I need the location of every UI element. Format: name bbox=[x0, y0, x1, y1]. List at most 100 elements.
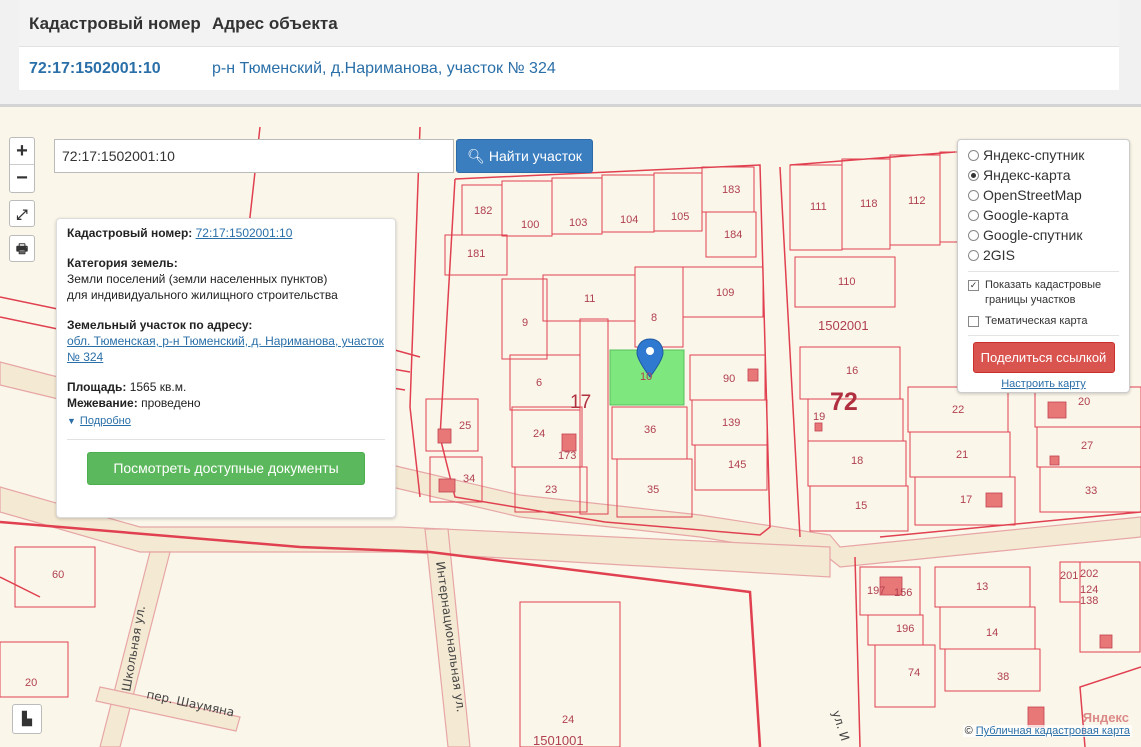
zoom-in-button[interactable]: + bbox=[10, 138, 34, 165]
parcel-number-label: 183 bbox=[722, 184, 740, 196]
basemap-option[interactable]: Яндекс-спутник bbox=[968, 145, 1119, 165]
parcel-number-label: 17 bbox=[960, 494, 972, 506]
zoom-out-button[interactable]: − bbox=[10, 165, 34, 192]
area-label: Площадь: bbox=[67, 380, 127, 394]
radio-icon bbox=[968, 210, 979, 221]
print-button[interactable]: 🖶 bbox=[9, 235, 35, 262]
parcel-number-label: 112 bbox=[908, 195, 926, 207]
parcel-number-label: 35 bbox=[647, 484, 659, 496]
parcel-number-label: 60 bbox=[52, 569, 64, 581]
parcel-number-label: 13 bbox=[976, 581, 988, 593]
parcel-number-label: 24 bbox=[533, 428, 545, 440]
parcel-number-label: 105 bbox=[671, 211, 689, 223]
caret-down-icon: ▼ bbox=[67, 416, 76, 426]
parcel-number-label: 100 bbox=[521, 219, 539, 231]
search-input[interactable]: 72:17:1502001:10 bbox=[54, 139, 454, 173]
checkbox-checked-icon: ✓ bbox=[968, 280, 979, 291]
parcel-number-label: 156 bbox=[894, 587, 912, 599]
view-documents-button[interactable]: Посмотреть доступные документы bbox=[87, 452, 365, 485]
share-link-button[interactable]: Поделиться ссылкой bbox=[972, 342, 1115, 373]
thematic-map-label: Тематическая карта bbox=[985, 315, 1088, 327]
copyright-prefix: © bbox=[964, 725, 973, 737]
row-address-link[interactable]: р-н Тюменский, д.Нариманова, участок № 3… bbox=[212, 47, 556, 90]
checkbox-empty-icon bbox=[968, 316, 979, 327]
printer-icon: 🖶 bbox=[15, 241, 29, 256]
basemap-option[interactable]: Яндекс-карта bbox=[968, 165, 1119, 185]
copyright-link[interactable]: Публичная кадастровая карта bbox=[976, 725, 1130, 737]
street-label-i: ул. И bbox=[829, 709, 852, 743]
parcel-number-label: 196 bbox=[896, 623, 914, 635]
parcel-number-label: 103 bbox=[569, 217, 587, 229]
basemap-option[interactable]: 2GIS bbox=[968, 245, 1119, 265]
parcel-number-label: 21 bbox=[956, 449, 968, 461]
parcel-number-label: 38 bbox=[997, 671, 1009, 683]
parcel-number-label: 16 bbox=[846, 365, 858, 377]
parcel-number-label: 36 bbox=[644, 424, 656, 436]
parcel-number-label: 27 bbox=[1081, 440, 1093, 452]
parcel-number-label: 138 bbox=[1080, 595, 1098, 607]
parcel-number-label: 182 bbox=[474, 205, 492, 217]
parcel-number-label: 145 bbox=[728, 459, 746, 471]
basemap-option-label: Яндекс-спутник bbox=[983, 147, 1085, 163]
cadastral-number-link[interactable]: 72:17:1502001:10 bbox=[196, 226, 293, 240]
configure-map-link[interactable]: Настроить карту bbox=[968, 378, 1119, 390]
cadastral-label: Кадастровый номер: bbox=[67, 226, 193, 240]
parcel-number-label: 24 bbox=[562, 714, 574, 726]
parcel-number-label: 181 bbox=[467, 248, 485, 260]
card-divider bbox=[67, 439, 385, 440]
parcel-number-label: 20 bbox=[1078, 396, 1090, 408]
parcel-number-label: 74 bbox=[908, 667, 920, 679]
parcel-number-label: 118 bbox=[860, 198, 878, 210]
zoom-control: + − bbox=[9, 137, 35, 193]
parcel-number-label: 23 bbox=[545, 484, 557, 496]
parcel-number-label: 20 bbox=[25, 677, 37, 689]
parcel-number-label: 8 bbox=[651, 312, 657, 324]
parcel-number-label: 104 bbox=[620, 214, 638, 226]
category-label: Категория земель: bbox=[67, 256, 178, 270]
table-header: Кадастровый номер Адрес объекта bbox=[19, 0, 1119, 47]
parcel-number-label: 184 bbox=[724, 229, 742, 241]
parcel-number-label: 202 bbox=[1080, 568, 1098, 580]
radio-icon bbox=[968, 250, 979, 261]
show-borders-checkbox[interactable]: ✓ Показать кадастровые границы участков bbox=[968, 278, 1119, 308]
area-value: 1565 кв.м. bbox=[129, 380, 187, 394]
thematic-map-checkbox[interactable]: Тематическая карта bbox=[968, 314, 1119, 329]
fullscreen-button[interactable]: ⤢ bbox=[9, 200, 35, 227]
map-viewport[interactable]: 182 100 103 104 105 183 184 181 11 8 109 9 6 10 90 36 13… bbox=[0, 107, 1141, 747]
header-cadastral-number: Кадастровый номер bbox=[29, 14, 201, 33]
header-object-address: Адрес объекта bbox=[212, 14, 338, 33]
parcel-number-label: 18 bbox=[851, 455, 863, 467]
parcel-info-card: Кадастровый номер: 72:17:1502001:10 Кате… bbox=[56, 218, 396, 518]
layers-divider-2 bbox=[968, 335, 1119, 336]
layers-divider bbox=[968, 271, 1119, 272]
quarter-label-1502001: 1502001 bbox=[818, 318, 869, 333]
survey-label: Межевание: bbox=[67, 396, 138, 410]
parcel-number-label: 25 bbox=[459, 420, 471, 432]
quarter-label-1501001: 1501001 bbox=[533, 733, 584, 747]
address-label: Земельный участок по адресу: bbox=[67, 318, 253, 332]
address-link[interactable]: обл. Тюменская, р-н Тюменский, д. Нарима… bbox=[67, 333, 385, 365]
radio-icon bbox=[968, 190, 979, 201]
details-toggle[interactable]: ▼ Подробно bbox=[67, 413, 385, 429]
find-parcel-button[interactable]: 🔍︎ Найти участок bbox=[456, 139, 593, 173]
region-label-72: 72 bbox=[830, 388, 858, 416]
category-value-line2: для индивидуального жилищного строительс… bbox=[67, 288, 338, 302]
basemap-option[interactable]: OpenStreetMap bbox=[968, 185, 1119, 205]
parcel-number-label: 201 bbox=[1060, 570, 1078, 582]
ruler-button[interactable]: ▙ bbox=[12, 704, 42, 734]
layers-panel: Яндекс-спутник Яндекс-карта OpenStreetMap G… bbox=[957, 139, 1130, 393]
category-value-line1: Земли поселений (земли населенных пункто… bbox=[67, 272, 328, 286]
row-cadastral-number-link[interactable]: 72:17:1502001:10 bbox=[29, 47, 161, 90]
find-parcel-label: Найти участок bbox=[488, 148, 582, 164]
parcel-number-label: 34 bbox=[463, 473, 475, 485]
parcel-number-label: 110 bbox=[838, 276, 856, 288]
table-row[interactable]: 72:17:1502001:10 р-н Тюменский, д.Нарима… bbox=[19, 47, 1119, 90]
parcel-number-label: 11 bbox=[584, 293, 595, 305]
basemap-option-label: Google-спутник bbox=[983, 227, 1083, 243]
parcel-number-label: 14 bbox=[986, 627, 998, 639]
basemap-option[interactable]: Google-спутник bbox=[968, 225, 1119, 245]
parcel-number-label: 33 bbox=[1085, 485, 1097, 497]
basemap-option[interactable]: Google-карта bbox=[968, 205, 1119, 225]
yandex-logo: Яндекс bbox=[1082, 710, 1129, 725]
parcel-number-label: 111 bbox=[810, 201, 827, 213]
